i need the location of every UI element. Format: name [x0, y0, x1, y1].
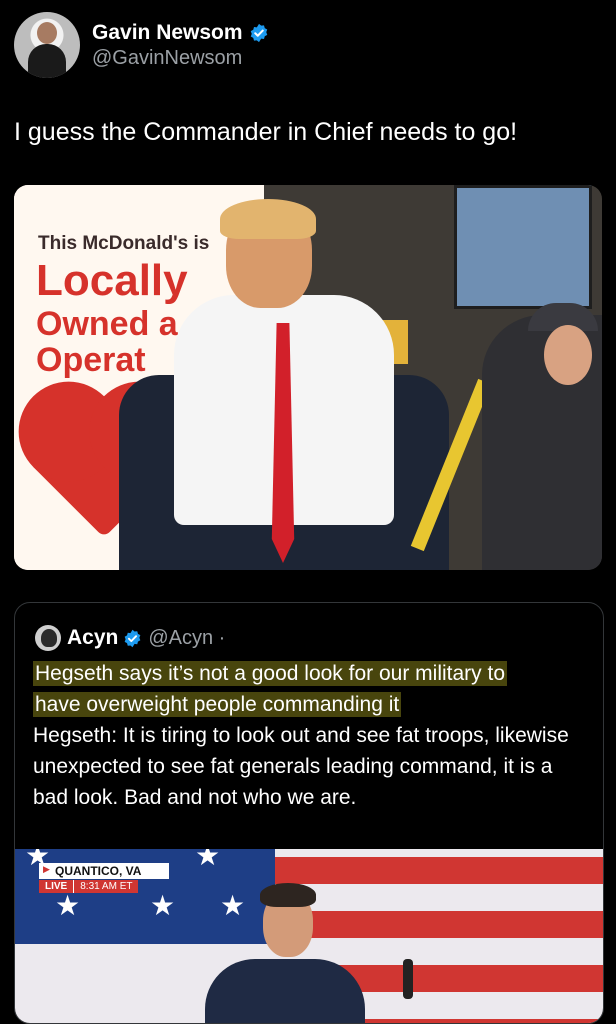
author-name-text: Gavin Newsom	[92, 20, 243, 44]
quoted-author-handle[interactable]: @Acyn ·	[148, 627, 225, 650]
flag-star-icon: ★	[220, 890, 246, 921]
sign-line-1: This McDonald's is	[38, 233, 210, 254]
highlighted-text: Hegseth says it’s not a good look for ou…	[33, 658, 588, 720]
sign-line-3: Owned a	[36, 305, 178, 343]
quoted-video[interactable]: ★ ★ ★ ★ ★ QUANTICO, VA LIVE 8:31 AM ET	[15, 849, 603, 1023]
quoted-tweet[interactable]: Acyn @Acyn · Hegseth says it’s not a goo…	[14, 602, 604, 1024]
verified-badge-icon	[125, 629, 141, 647]
author-names: Gavin Newsom @GavinNewsom	[92, 21, 269, 70]
quoted-author-name[interactable]: Acyn	[67, 626, 118, 650]
flag-stripe	[275, 911, 603, 938]
tweet-text: I guess the Commander in Chief needs to …	[14, 118, 518, 146]
tweet-header: Gavin Newsom @GavinNewsom	[14, 12, 269, 78]
news-chyron: QUANTICO, VA LIVE 8:31 AM ET	[39, 863, 169, 893]
author-handle[interactable]: @GavinNewsom	[92, 47, 269, 70]
avatar-body	[28, 44, 66, 78]
flag-star-icon: ★	[150, 890, 176, 921]
worker-face	[544, 325, 592, 385]
chyron-location: QUANTICO, VA	[39, 863, 169, 879]
flag-stripe	[275, 857, 603, 884]
man-hair	[220, 199, 316, 239]
chyron-live-row: LIVE 8:31 AM ET	[39, 880, 169, 893]
speaker-suit	[205, 959, 365, 1023]
quoted-body: Hegseth: It is tiring to look out and se…	[33, 724, 569, 809]
live-badge: LIVE	[39, 880, 74, 893]
quoted-avatar[interactable]	[35, 625, 61, 651]
sign-lines: Owned a Operat	[36, 305, 178, 379]
flag-star-icon: ★	[195, 849, 221, 871]
speaker-hair	[260, 883, 316, 907]
tweet-media-photo[interactable]: This McDonald's is Locally Owned a Opera…	[14, 185, 602, 570]
flag-star-icon: ★	[55, 890, 81, 921]
verified-badge-icon	[250, 23, 267, 42]
wall-screen	[454, 185, 592, 309]
avatar-head	[37, 22, 57, 44]
quoted-text: Hegseth says it’s not a good look for ou…	[33, 658, 588, 813]
quoted-header: Acyn @Acyn ·	[35, 625, 225, 651]
sign-line-4: Operat	[36, 340, 146, 379]
chyron-time: 8:31 AM ET	[73, 880, 139, 893]
highlight-line-1: Hegseth says it’s not a good look for ou…	[33, 661, 508, 686]
microphone-icon	[403, 959, 413, 999]
sign-line-2: Locally	[36, 256, 188, 305]
avatar[interactable]	[14, 12, 80, 78]
highlight-line-2: have overweight people commanding it	[33, 692, 402, 717]
author-name[interactable]: Gavin Newsom	[92, 21, 269, 45]
